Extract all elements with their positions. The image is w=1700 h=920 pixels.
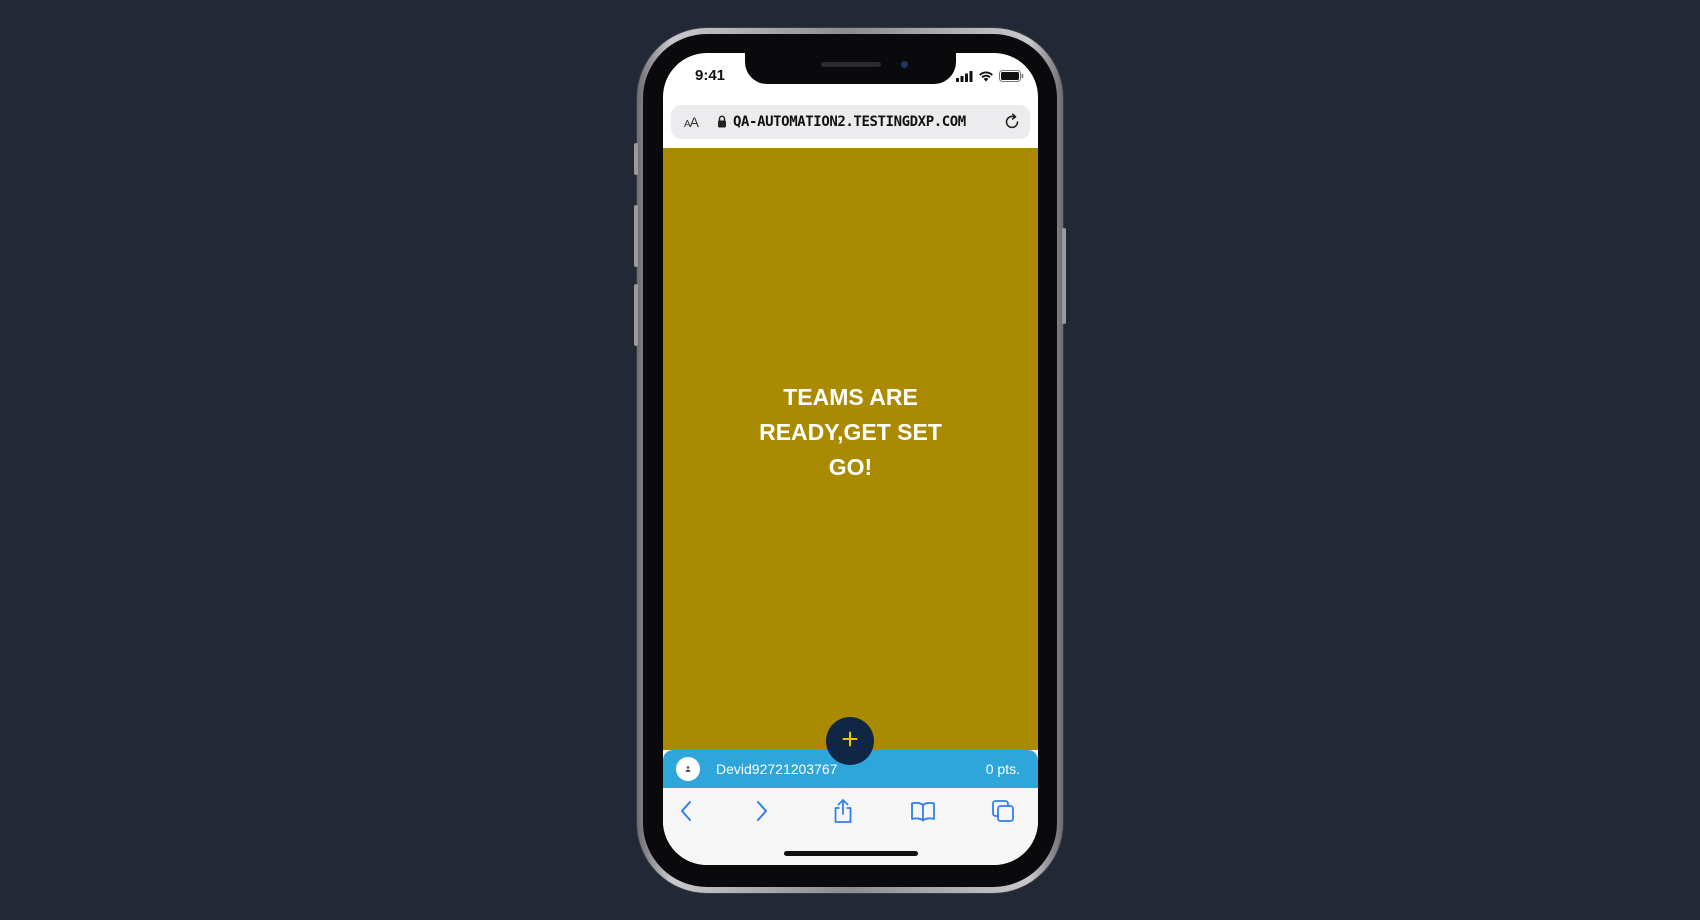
forward-button[interactable]	[742, 798, 782, 828]
forward-icon	[755, 800, 769, 827]
ready-message-line-1: TEAMS ARE	[783, 384, 918, 410]
share-button[interactable]	[823, 798, 863, 828]
home-indicator[interactable]	[784, 851, 918, 856]
tabs-button[interactable]	[983, 798, 1023, 828]
user-icon	[684, 760, 692, 778]
share-icon	[833, 798, 853, 829]
cellular-signal-icon	[956, 69, 973, 87]
back-icon	[679, 800, 693, 827]
address-bar[interactable]: AA QA-AUTOMATION2.TESTINGDXP.COM	[671, 105, 1030, 139]
battery-icon	[999, 69, 1024, 87]
front-camera	[901, 61, 908, 68]
status-time: 9:41	[695, 67, 726, 84]
ready-message-line-3: GO!	[828, 454, 873, 480]
speaker-grille	[821, 62, 881, 67]
ready-message: TEAMS ARE READY,GET SET GO!	[733, 380, 968, 485]
status-icons	[956, 69, 1024, 87]
side-button-volume-up	[634, 205, 638, 267]
phone-screen: 9:41 AA QA-AUTOMATION2.TESTINGDXP.COM TE…	[663, 53, 1038, 865]
lock-icon	[717, 115, 727, 133]
side-button-power	[1062, 228, 1066, 324]
ready-message-line-2: READY,GET SET	[759, 419, 942, 445]
text-size-button[interactable]: AA	[684, 114, 699, 130]
notch	[745, 53, 956, 84]
side-button-mute	[634, 143, 638, 175]
add-button[interactable]	[826, 717, 874, 765]
back-button[interactable]	[666, 798, 706, 828]
bookmarks-icon	[910, 800, 936, 827]
wifi-icon	[978, 69, 994, 87]
url-text[interactable]: QA-AUTOMATION2.TESTINGDXP.COM	[733, 114, 966, 130]
player-points: 0 pts.	[985, 761, 1020, 777]
side-button-volume-down	[634, 284, 638, 346]
game-content-area: TEAMS ARE READY,GET SET GO!	[663, 148, 1038, 750]
reload-icon[interactable]	[1002, 112, 1022, 137]
tabs-icon	[991, 799, 1015, 828]
bookmarks-button[interactable]	[903, 798, 943, 828]
player-username: Devid92721203767	[716, 761, 838, 777]
avatar[interactable]	[676, 757, 700, 781]
plus-icon	[842, 731, 858, 752]
